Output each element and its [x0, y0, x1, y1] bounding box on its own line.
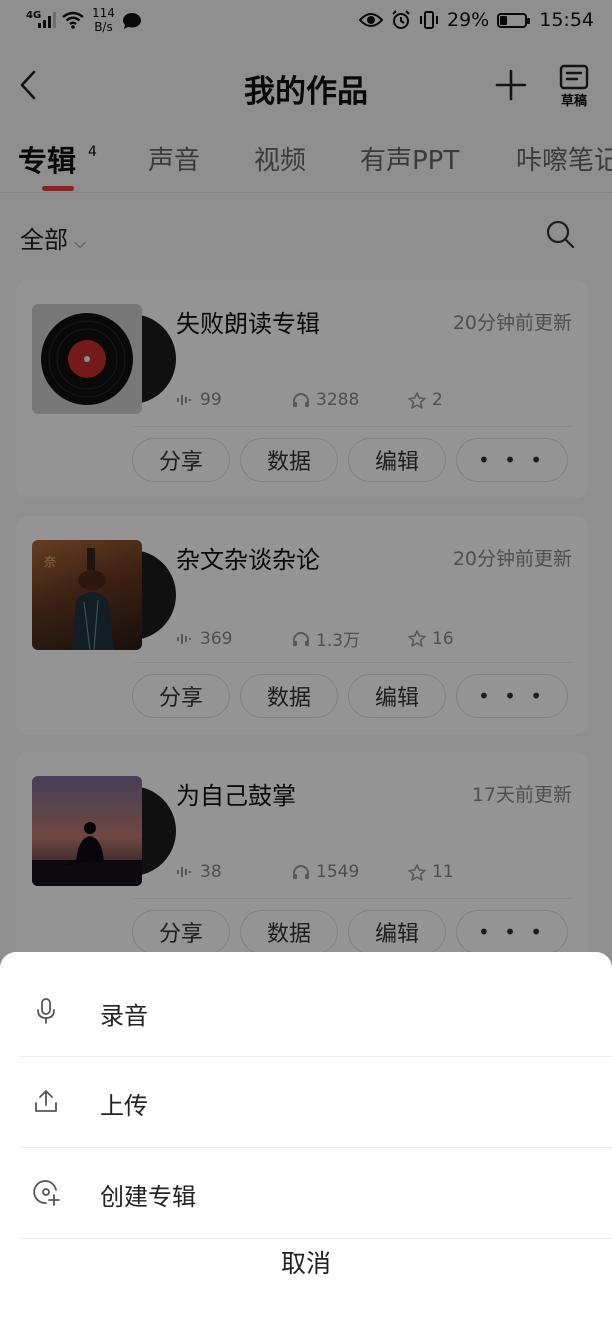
microphone-icon [37, 998, 55, 1024]
divider [20, 1147, 612, 1148]
cancel-button[interactable]: 取消 [0, 1244, 612, 1280]
upload-label: 上传 [100, 1092, 148, 1120]
record-label: 录音 [100, 1002, 148, 1030]
create-album-option[interactable]: 创建专辑 [0, 1149, 612, 1239]
divider [20, 1056, 612, 1057]
upload-icon [35, 1090, 57, 1112]
divider [20, 1238, 612, 1239]
create-album-label: 创建专辑 [100, 1183, 196, 1211]
record-option[interactable]: 录音 [0, 968, 612, 1058]
action-sheet: 录音 上传 创建专辑 取消 [0, 952, 612, 1319]
create-album-icon [33, 1180, 60, 1206]
upload-option[interactable]: 上传 [0, 1058, 612, 1148]
